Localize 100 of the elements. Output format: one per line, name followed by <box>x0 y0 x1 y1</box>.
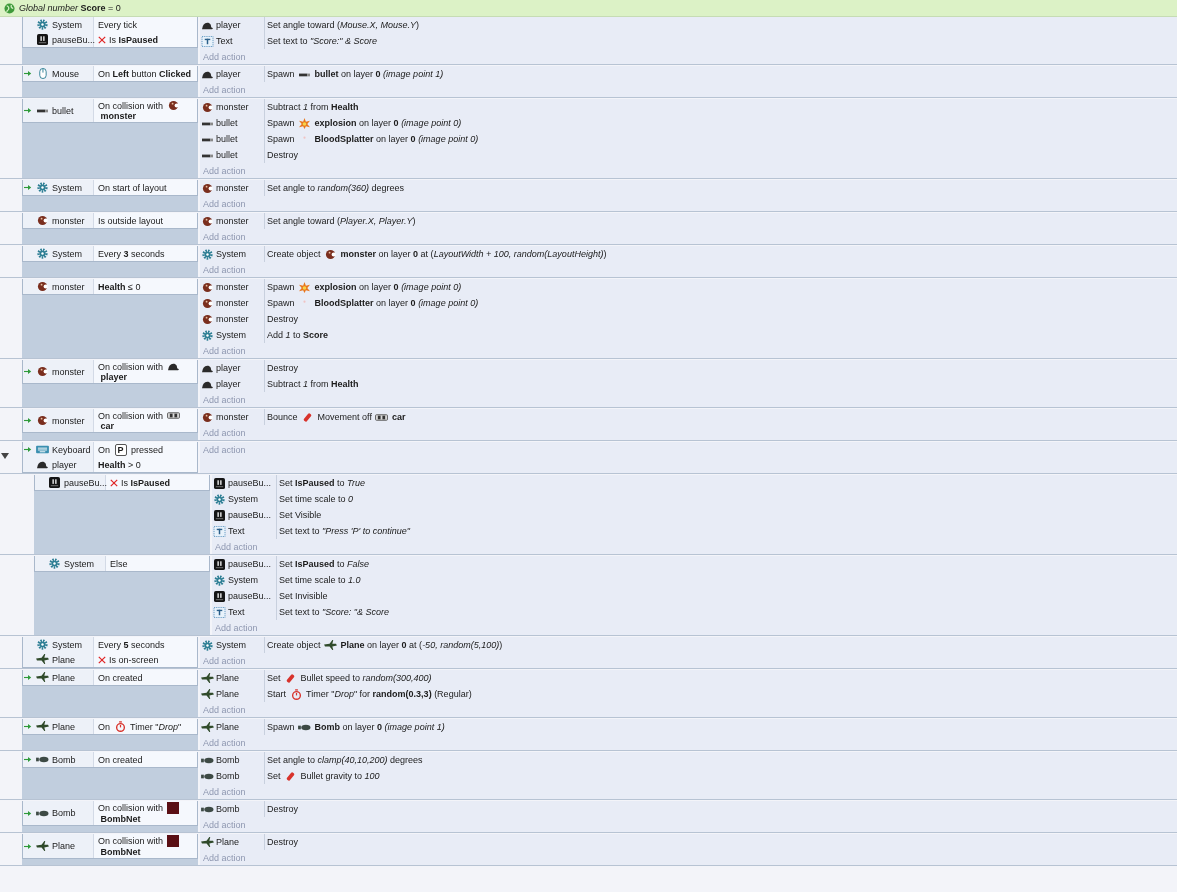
gear-icon <box>201 639 214 651</box>
condition-block[interactable]: Bomb On collision with BombNet <box>22 801 198 826</box>
condition-text: Health ≤ 0 <box>98 281 141 292</box>
object-name: Text <box>228 526 245 536</box>
monster-icon <box>36 215 49 226</box>
condition-block[interactable]: System Every 3 seconds <box>22 246 198 262</box>
condition-block[interactable]: bullet On collision with monster <box>22 99 198 123</box>
gear-icon <box>213 574 226 586</box>
condition-block[interactable]: System Else <box>34 556 210 572</box>
action-text: Subtract 1 from Health <box>267 102 359 112</box>
action-text: monster on layer 0 at (LayoutWidth + 100, random(LayoutHeight)) <box>339 249 607 259</box>
condition-block[interactable]: Plane On collision with BombNet <box>22 834 198 859</box>
action-text: Set <box>267 771 282 781</box>
condition-text: On collision with <box>98 836 165 846</box>
gear-icon <box>201 248 214 260</box>
condition-block[interactable]: Plane On Timer "Drop" <box>22 719 198 735</box>
pause-icon <box>48 477 61 488</box>
action-text: Spawn <box>267 298 296 308</box>
gear-icon <box>36 248 49 259</box>
object-name: Bomb <box>216 804 240 814</box>
explosion-icon <box>298 281 312 293</box>
condition-block[interactable]: Bomb On created <box>22 752 198 768</box>
condition-block[interactable]: monster On collision with player <box>22 360 198 384</box>
action-text: Destroy <box>267 150 298 160</box>
action-text: Bomb on layer 0 (image point 1) <box>313 722 445 732</box>
action-text: Set time scale to 1.0 <box>279 575 361 585</box>
condition-text: On Left button Clicked <box>98 68 192 79</box>
object-name: System <box>52 19 82 30</box>
monster-icon <box>201 281 214 293</box>
condition-text: BombNet <box>99 847 141 857</box>
action-text: Destroy <box>267 837 298 847</box>
condition-block[interactable]: Plane On created <box>22 670 198 686</box>
plane-icon <box>201 721 214 733</box>
gear-icon <box>36 639 49 650</box>
condition-block[interactable]: monster Is outside layout <box>22 213 198 229</box>
condition-text: On collision with <box>98 803 165 813</box>
object-name: System <box>228 575 258 585</box>
condition-block[interactable]: monster Health ≤ 0 <box>22 279 198 295</box>
condition-block[interactable]: monster On collision with car <box>22 409 198 433</box>
plane-icon <box>201 688 214 700</box>
action-text: Bullet speed to random(300,400) <box>299 673 432 683</box>
object-name: Plane <box>216 689 240 699</box>
action-text: Set angle to clamp(40,10,200) degrees <box>267 755 423 765</box>
condition-block[interactable]: System Every tick pauseBu... Is IsPaused <box>22 17 198 48</box>
object-name: player <box>216 69 241 79</box>
action-text: Destroy <box>267 314 298 324</box>
plane-icon <box>36 840 49 852</box>
condition-text: Is IsPaused <box>109 34 159 45</box>
condition-text: On created <box>98 672 143 683</box>
action-text: Create object <box>267 249 322 259</box>
action-text: Spawn <box>267 69 296 79</box>
condition-text: Is IsPaused <box>121 477 171 488</box>
action-text: Destroy <box>267 363 298 373</box>
object-name: Mouse <box>52 68 79 79</box>
gear-icon <box>36 19 49 30</box>
global-variable-row[interactable]: Global number Score = 0 <box>0 0 1177 17</box>
car-icon <box>375 411 389 423</box>
condition-block[interactable]: System On start of layout <box>22 180 198 196</box>
object-name: monster <box>216 282 249 292</box>
key-label: P <box>114 443 127 456</box>
condition-text: Is outside layout <box>98 215 164 226</box>
caret-icon[interactable] <box>1 452 9 460</box>
gear-icon <box>213 493 226 505</box>
condition-text: On start of layout <box>98 182 167 193</box>
pause-icon <box>213 590 226 602</box>
monster-icon <box>36 366 49 377</box>
explosion-icon <box>298 117 312 129</box>
condition-text: car <box>99 421 115 431</box>
condition-text: Timer "Drop" <box>129 721 182 732</box>
object-name: bullet <box>216 150 238 160</box>
object-name: System <box>52 248 82 259</box>
object-name: pauseBu... <box>228 591 272 601</box>
condition-block[interactable]: Mouse On Left button Clicked <box>22 66 198 82</box>
monster-icon <box>201 215 214 227</box>
action-text: Add 1 to Score <box>267 330 329 340</box>
object-name: Bomb <box>216 755 240 765</box>
monster-icon <box>201 182 214 194</box>
pause-icon <box>213 558 226 570</box>
object-name: monster <box>216 216 249 226</box>
condition-block[interactable]: System Every 5 seconds Plane Is on-screen <box>22 637 198 668</box>
action-text: car <box>390 412 406 422</box>
globe-icon <box>4 2 15 14</box>
object-name: monster <box>216 102 249 112</box>
condition-text: On collision with <box>98 410 165 421</box>
action-text: Spawn <box>267 118 296 128</box>
condition-block[interactable]: pauseBu... Is IsPaused <box>34 475 210 491</box>
square-icon <box>166 835 179 847</box>
plane-icon <box>201 836 214 848</box>
object-name: player <box>216 20 241 30</box>
condition-text: BombNet <box>99 814 141 824</box>
action-text: Set <box>267 673 282 683</box>
condition-text: player <box>99 372 128 382</box>
action-text: explosion on layer 0 (image point 0) <box>313 118 462 128</box>
object-name: Text <box>228 607 245 617</box>
object-name: monster <box>216 314 249 324</box>
gear-icon <box>36 182 49 193</box>
object-name: System <box>64 558 94 569</box>
monster-icon <box>201 411 214 423</box>
pause-icon <box>36 34 49 45</box>
object-name: Text <box>216 36 233 46</box>
